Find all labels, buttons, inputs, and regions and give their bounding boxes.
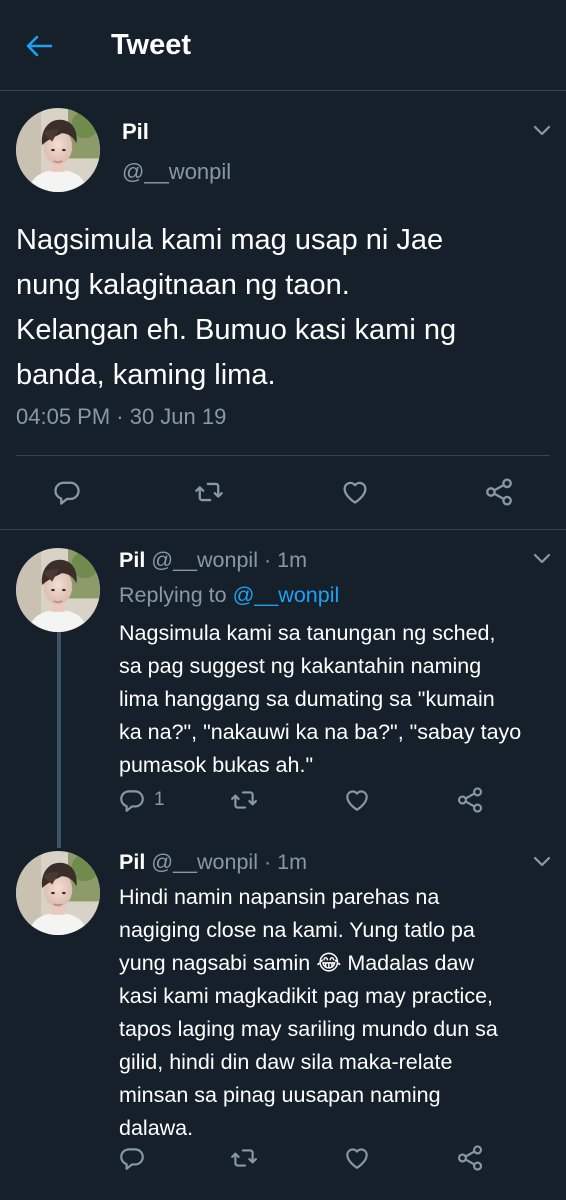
reply-count: 1 (154, 789, 165, 810)
reply-time: 1m (277, 850, 307, 874)
retweet-icon (231, 791, 257, 809)
separator: · (263, 850, 272, 874)
reply-header: Pil @__wonpil · 1m (119, 847, 307, 877)
replying-to-label: Replying to (119, 583, 227, 607)
more-options-button[interactable] (532, 855, 552, 874)
heart-icon (346, 790, 368, 811)
divider (16, 455, 550, 456)
reply-text: Hindi namin napansin parehas na nagiging… (119, 881, 559, 1145)
heart-icon (343, 481, 367, 504)
author-handle[interactable]: @__wonpil (122, 157, 231, 187)
share-button[interactable] (456, 1144, 484, 1172)
share-button[interactable] (484, 477, 514, 507)
author-name[interactable]: Pil (119, 850, 145, 874)
back-button[interactable] (14, 24, 64, 68)
share-icon (486, 478, 512, 506)
author-handle[interactable]: @__wonpil (151, 548, 258, 572)
reply-text: Nagsimula kami sa tanungan ng sched, sa … (119, 621, 522, 777)
page-title: Tweet (111, 29, 192, 61)
replying-to: Replying to @__wonpil (119, 580, 339, 610)
retweet-button[interactable] (230, 1145, 258, 1171)
thread-connector (57, 632, 61, 848)
divider (0, 529, 566, 530)
like-button[interactable] (343, 1144, 371, 1170)
avatar[interactable] (16, 548, 100, 632)
reply-button[interactable] (52, 478, 82, 506)
separator: · (263, 548, 272, 572)
tweet-timestamp: 04:05 PM · 30 Jun 19 (16, 404, 227, 429)
top-bar (0, 0, 566, 91)
chevron-down-icon (533, 553, 551, 564)
chevron-down-icon (533, 856, 551, 867)
share-icon (457, 1145, 483, 1171)
more-options-button[interactable] (532, 124, 552, 143)
laughing-emoji: 😂 (316, 951, 342, 975)
reply-header: Pil @__wonpil · 1m (119, 545, 307, 575)
retweet-button[interactable] (194, 478, 224, 506)
reply-icon (54, 481, 80, 505)
avatar[interactable] (16, 108, 100, 192)
share-button[interactable] (456, 786, 484, 814)
reply-time: 1m (277, 548, 307, 572)
avatar[interactable] (16, 851, 100, 935)
like-button[interactable] (340, 477, 370, 505)
author-name[interactable]: Pil (119, 548, 145, 572)
reply-button[interactable] (118, 1145, 146, 1171)
more-options-button[interactable] (532, 552, 552, 571)
reply-text-part: Madalas daw kasi kami magkadikit pag may… (119, 951, 498, 1140)
share-icon (457, 787, 483, 813)
chevron-down-icon (533, 125, 551, 136)
author-handle[interactable]: @__wonpil (151, 850, 258, 874)
heart-icon (346, 1148, 368, 1169)
tweet-text: Nagsimula kami mag usap ni Jae nung kala… (16, 224, 457, 391)
author-name[interactable]: Pil (122, 118, 149, 146)
retweet-icon (195, 482, 223, 502)
reply-button[interactable]: 1 (118, 787, 165, 813)
replying-to-handle[interactable]: @__wonpil (233, 583, 340, 607)
reply-icon (120, 1148, 144, 1170)
reply-icon (120, 790, 144, 812)
arrow-left-icon (26, 35, 53, 57)
like-button[interactable] (343, 786, 371, 812)
retweet-icon (231, 1149, 257, 1167)
retweet-button[interactable] (230, 787, 258, 813)
